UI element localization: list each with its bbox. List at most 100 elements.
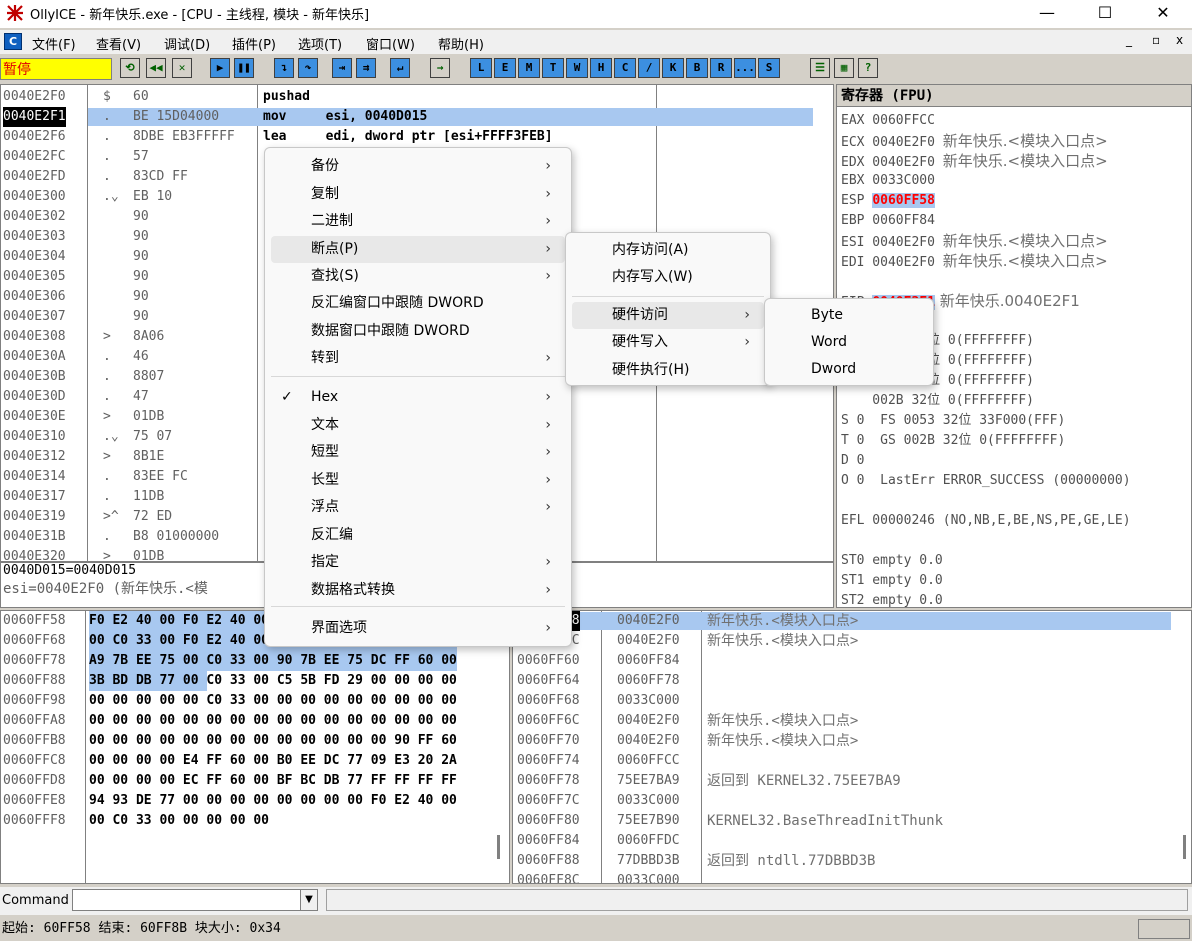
breakpoint-menu-item[interactable]: 硬件执行(H) bbox=[572, 357, 764, 384]
toolbar-button-8[interactable]: K bbox=[662, 58, 684, 78]
colors-icon[interactable]: ▦ bbox=[834, 58, 854, 78]
dump-row[interactable]: 0060FF98 00 00 00 00 00 C0 33 00 00 00 00… bbox=[1, 691, 509, 711]
mdi-close-button[interactable]: x bbox=[1176, 33, 1183, 47]
stack-row[interactable]: 0060FF84 0060FFDC bbox=[513, 831, 1191, 851]
menu-options[interactable]: 选项(T) bbox=[298, 34, 342, 53]
dump-row[interactable]: 0060FFB8 00 00 00 00 00 00 00 00 00 00 00… bbox=[1, 731, 509, 751]
menu-plugins[interactable]: 插件(P) bbox=[232, 34, 276, 53]
register-line[interactable]: ST2 empty 0.0 bbox=[841, 591, 943, 607]
context-menu-item[interactable]: 复制 › bbox=[271, 181, 565, 208]
pause-icon[interactable]: ❚❚ bbox=[234, 58, 254, 78]
register-line[interactable]: EFL 00000246 (NO,NB,E,BE,NS,PE,GE,LE) bbox=[841, 511, 1131, 531]
register-line[interactable]: S 0 FS 0053 32位 33F000(FFF) bbox=[841, 411, 1065, 431]
restart-icon[interactable]: ◀◀ bbox=[146, 58, 166, 78]
register-line[interactable]: D 0 bbox=[841, 451, 864, 471]
stack-row[interactable]: 0060FF88 77DBBD3B 返回到 ntdll.77DBBD3B bbox=[513, 851, 1191, 871]
dump-row[interactable]: 0060FFD8 00 00 00 00 EC FF 60 00 BF BC DB… bbox=[1, 771, 509, 791]
breakpoint-menu-item[interactable]: 硬件访问 › bbox=[572, 302, 764, 329]
context-menu-item[interactable]: 界面选项 › bbox=[271, 615, 565, 642]
register-line[interactable]: 002B 32位 0(FFFFFFFF) bbox=[841, 391, 1034, 411]
stack-pane[interactable]: 0060FF580040E2F0新年快乐.<模块入口点>0060FF5C0040… bbox=[512, 610, 1192, 884]
stack-row[interactable]: 0060FF78 75EE7BA9 返回到 KERNEL32.75EE7BA9 bbox=[513, 771, 1191, 791]
toolbar-button-5[interactable]: H bbox=[590, 58, 612, 78]
stack-row[interactable]: 0060FF580040E2F0新年快乐.<模块入口点> bbox=[513, 611, 1191, 631]
command-input[interactable] bbox=[72, 889, 302, 911]
stack-row[interactable]: 0060FF7C 0033C000 bbox=[513, 791, 1191, 811]
menu-view[interactable]: 查看(V) bbox=[96, 34, 141, 53]
toolbar-button-2[interactable]: M bbox=[518, 58, 540, 78]
stack-scroll-thumb[interactable] bbox=[1183, 835, 1186, 859]
toolbar-button-10[interactable]: R bbox=[710, 58, 732, 78]
dump-row[interactable]: 0060FF78 A9 7B EE 75 00 C0 33 00 90 7B EE… bbox=[1, 651, 509, 671]
step-into-icon[interactable]: ↴ bbox=[274, 58, 294, 78]
context-menu-item[interactable]: 浮点 › bbox=[271, 494, 565, 521]
context-menu-item[interactable]: 数据格式转换 › bbox=[271, 577, 565, 604]
context-menu-item[interactable]: 转到 › bbox=[271, 345, 565, 372]
stack-row[interactable]: 0060FF68 0033C000 bbox=[513, 691, 1191, 711]
toolbar-button-3[interactable]: T bbox=[542, 58, 564, 78]
close-process-icon[interactable]: ✕ bbox=[172, 58, 192, 78]
toolbar-button-6[interactable]: C bbox=[614, 58, 636, 78]
context-menu-item[interactable]: 数据窗口中跟随 DWORD bbox=[271, 318, 565, 345]
context-menu-item[interactable]: 文本 › bbox=[271, 412, 565, 439]
menu-help[interactable]: 帮助(H) bbox=[438, 34, 484, 53]
toolbar-button-0[interactable]: L bbox=[470, 58, 492, 78]
register-line[interactable]: EBX 0033C000 bbox=[841, 171, 935, 191]
context-menu-item[interactable]: 反汇编窗口中跟随 DWORD bbox=[271, 290, 565, 317]
run-icon[interactable]: ▶ bbox=[210, 58, 230, 78]
menu-debug[interactable]: 调试(D) bbox=[164, 34, 210, 53]
stack-row[interactable]: 0060FF8C 0033C000 bbox=[513, 871, 1191, 883]
disasm-row[interactable]: 0040E2F1. BE 15D04000 mov esi, 0040D015 bbox=[1, 107, 833, 127]
step-over-icon[interactable]: ↷ bbox=[298, 58, 318, 78]
context-menu-item[interactable]: 断点(P) › bbox=[271, 236, 565, 263]
context-menu-item[interactable]: 短型 › bbox=[271, 439, 565, 466]
dump-row[interactable]: 0060FF88 3B BD DB 77 00 C0 33 00 C5 5B FD… bbox=[1, 671, 509, 691]
stack-row[interactable]: 0060FF74 0060FFCC bbox=[513, 751, 1191, 771]
register-line[interactable]: EBP 0060FF84 bbox=[841, 211, 935, 231]
dump-pane[interactable]: 0060FF58F0 E2 40 00 F0 E2 40 00 84 FF 60… bbox=[0, 610, 510, 884]
context-menu-item[interactable]: 反汇编 bbox=[271, 522, 565, 549]
register-line[interactable]: ESI 0040E2F0 新年快乐.<模块入口点> bbox=[841, 231, 1108, 251]
context-menu-item[interactable]: 备份 › bbox=[271, 153, 565, 180]
toolbar-button-7[interactable]: / bbox=[638, 58, 660, 78]
menu-file[interactable]: 文件(F) bbox=[32, 34, 76, 53]
register-line[interactable]: EDI 0040E2F0 新年快乐.<模块入口点> bbox=[841, 251, 1108, 271]
execute-till-return-icon[interactable]: ↵ bbox=[390, 58, 410, 78]
stack-row[interactable]: 0060FF5C0040E2F0新年快乐.<模块入口点> bbox=[513, 631, 1191, 651]
context-menu-item[interactable]: 长型 › bbox=[271, 467, 565, 494]
register-line[interactable]: EDX 0040E2F0 新年快乐.<模块入口点> bbox=[841, 151, 1108, 171]
register-line[interactable]: EAX 0060FFCC bbox=[841, 111, 935, 131]
dump-row[interactable]: 0060FFC8 00 00 00 00 E4 FF 60 00 B0 EE DC… bbox=[1, 751, 509, 771]
register-line[interactable]: ECX 0040E2F0 新年快乐.<模块入口点> bbox=[841, 131, 1108, 151]
breakpoint-menu-item[interactable]: 内存访问(A) bbox=[572, 237, 764, 264]
mdi-restore-button[interactable]: ▫ bbox=[1152, 33, 1160, 47]
list-icon[interactable]: ☰ bbox=[810, 58, 830, 78]
help-icon[interactable]: ? bbox=[858, 58, 878, 78]
goto-icon[interactable]: → bbox=[430, 58, 450, 78]
context-menu-item[interactable]: 查找(S) › bbox=[271, 263, 565, 290]
toolbar-button-1[interactable]: E bbox=[494, 58, 516, 78]
menu-window[interactable]: 窗口(W) bbox=[366, 34, 415, 53]
open-icon[interactable]: ⟲ bbox=[120, 58, 140, 78]
hardware-menu-item[interactable]: Word bbox=[771, 329, 927, 356]
context-menu-item[interactable]: 二进制 › bbox=[271, 208, 565, 235]
context-menu-item[interactable]: Hex ✓ › bbox=[271, 384, 565, 411]
close-button[interactable]: ✕ bbox=[1140, 0, 1186, 28]
toolbar-button-12[interactable]: S bbox=[758, 58, 780, 78]
breakpoint-menu-item[interactable]: 内存写入(W) bbox=[572, 264, 764, 291]
stack-row[interactable]: 0060FF6C 0040E2F0 新年快乐.<模块入口点> bbox=[513, 711, 1191, 731]
trace-over-icon[interactable]: ⇉ bbox=[356, 58, 376, 78]
dump-row[interactable]: 0060FFE8 94 93 DE 77 00 00 00 00 00 00 00… bbox=[1, 791, 509, 811]
breakpoint-menu-item[interactable]: 硬件写入 › bbox=[572, 329, 764, 356]
hardware-menu-item[interactable]: Byte bbox=[771, 302, 927, 329]
toolbar-button-4[interactable]: W bbox=[566, 58, 588, 78]
maximize-button[interactable]: ☐ bbox=[1082, 0, 1128, 28]
register-line[interactable]: ST0 empty 0.0 bbox=[841, 551, 943, 571]
register-line[interactable]: ESP 0060FF58 bbox=[841, 191, 935, 211]
dump-row[interactable]: 0060FFA8 00 00 00 00 00 00 00 00 00 00 00… bbox=[1, 711, 509, 731]
toolbar-button-11[interactable]: ... bbox=[734, 58, 756, 78]
hardware-menu-item[interactable]: Dword bbox=[771, 356, 927, 383]
command-dropdown-icon[interactable]: ▼ bbox=[300, 889, 318, 911]
trace-into-icon[interactable]: ⇥ bbox=[332, 58, 352, 78]
dump-scroll-thumb[interactable] bbox=[497, 835, 500, 859]
